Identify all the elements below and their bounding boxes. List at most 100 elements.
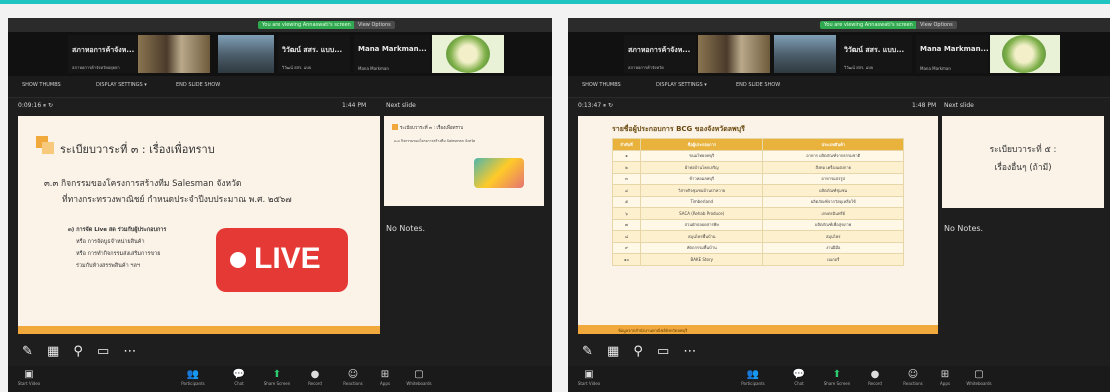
live-text: LIVE xyxy=(254,242,321,275)
apps-button[interactable]: ⊞ Apps xyxy=(930,369,960,386)
participants-button[interactable]: 👥 Participants xyxy=(738,369,768,386)
table-cell: ๕ xyxy=(612,195,641,208)
chat-button[interactable]: 💬 Chat xyxy=(784,369,814,386)
record-button[interactable]: ● Record xyxy=(300,369,330,386)
table-row: ๓ข้าวหอมลพบุรี อาหารแปรรูป xyxy=(612,172,904,185)
participant-tile[interactable]: Mana Markman... Mana Markman xyxy=(354,35,430,73)
table-cell: สมุนไพรพื้นบ้าน xyxy=(639,230,764,243)
participant-video[interactable] xyxy=(990,35,1060,73)
record-button[interactable]: ● Record xyxy=(860,369,890,386)
participants-button[interactable]: 👥 Participants xyxy=(178,369,208,386)
dock-label: Record xyxy=(868,381,882,386)
slide-bullet-decor xyxy=(392,124,398,130)
participant-video[interactable] xyxy=(774,35,836,73)
next-slide-line: ๓.๓ กิจกรรมของโครงการสร้างทีม Salesman จ… xyxy=(394,139,476,143)
table-cell: ๗ xyxy=(612,218,641,231)
screen-icon[interactable]: ▭ xyxy=(97,344,109,359)
next-slide-label: Next slide xyxy=(386,102,416,109)
table-cell: ๑ xyxy=(612,149,641,162)
display-settings-button[interactable]: DISPLAY SETTINGS ▾ xyxy=(96,82,147,88)
slide-illustration xyxy=(474,158,524,188)
participant-video[interactable] xyxy=(218,35,274,73)
share-screen-button[interactable]: ⬆ Share Screen xyxy=(822,369,852,386)
slideshow-toolbar: SHOW THUMBS DISPLAY SETTINGS ▾ END SLIDE… xyxy=(568,76,1110,98)
reactions-button[interactable]: ☺ Reactions xyxy=(898,369,928,386)
pen-icon[interactable]: ✎ xyxy=(22,344,33,359)
table-cell: ๔ xyxy=(612,184,641,197)
table-row: ๑ขนมไทยลพบุรี อาหาร ผลิตภัณฑ์จากธรรมชาติ xyxy=(612,149,904,162)
presenter-tools: ✎ ▦ ⚲ ▭ ⋯ xyxy=(22,340,145,359)
reactions-button[interactable]: ☺ Reactions xyxy=(338,369,368,386)
table-cell: ผลิตภัณฑ์เพื่อสุขภาพ xyxy=(762,218,904,231)
meeting-controls: ▣ Start Video 👥 Participants 💬 Chat ⬆ Share … xyxy=(8,366,552,392)
view-options-button[interactable]: View Options xyxy=(354,21,395,29)
table-row: ๕ Timberland ผลิตภัณฑ์จากวัสดุเหลือใช้ xyxy=(612,195,904,208)
meeting-controls: ▣ Start Video 👥 Participants 💬 Chat ⬆ Share … xyxy=(568,366,1110,392)
participant-tile[interactable]: Mana Markman... Mana Markman xyxy=(916,35,988,73)
slide-subitem: ร่วมกับห้างสรรพสินค้า ฯลฯ xyxy=(76,263,140,269)
start-video-button[interactable]: ▣ Start Video xyxy=(574,369,604,386)
table-header: ชื่อผู้ประกอบการ xyxy=(639,138,764,151)
more-icon[interactable]: ⋯ xyxy=(683,344,696,359)
pen-icon[interactable]: ✎ xyxy=(582,344,593,359)
participant-tile[interactable]: สภาหอการค้าจังห... สภาหอการค้าจังหวัด xyxy=(624,35,696,73)
dock-label: Record xyxy=(308,381,322,386)
presenter-tools: ✎ ▦ ⚲ ▭ ⋯ xyxy=(582,340,705,359)
participant-name: วิวัฒน์ สสร. แบบ... xyxy=(282,46,343,54)
table-cell: สิ่งทอ เครื่องแต่งกาย xyxy=(762,161,904,174)
start-video-button[interactable]: ▣ Start Video xyxy=(14,369,44,386)
table-cell: อาหารแปรรูป xyxy=(762,172,904,185)
table-row: ๔วิสาหกิจชุมชนบ้านป่าหวาย ผลิตภัณฑ์ชุมชน xyxy=(612,184,904,197)
table-cell: ๒ xyxy=(612,161,641,174)
slide-title: รายชื่อผู้ประกอบการ BCG ของจังหวัดลพบุรี xyxy=(612,125,745,133)
share-screen-button[interactable]: ⬆ Share Screen xyxy=(262,369,292,386)
chat-button[interactable]: 💬 Chat xyxy=(224,369,254,386)
video-feed xyxy=(698,35,770,73)
participant-video[interactable] xyxy=(698,35,770,73)
dock-label: Start Video xyxy=(577,381,601,386)
slides-grid-icon[interactable]: ▦ xyxy=(607,344,619,359)
end-slideshow-button[interactable]: END SLIDE SHOW xyxy=(736,82,780,88)
next-slide-preview: ระเบียบวาระที่ ๕ : เรื่องอื่นๆ (ถ้ามี) xyxy=(942,116,1104,208)
screen-icon[interactable]: ▭ xyxy=(657,344,669,359)
end-slideshow-button[interactable]: END SLIDE SHOW xyxy=(176,82,220,88)
more-icon[interactable]: ⋯ xyxy=(123,344,136,359)
logo-feed xyxy=(1002,35,1046,73)
participant-subtitle: สภาหอการค้าจังหวัด xyxy=(628,65,664,70)
table-row: ๒ผ้าทอบ้านโคกเจริญ สิ่งทอ เครื่องแต่งกาย xyxy=(612,161,904,174)
participant-subtitle: วิวัฒน์ สสร. แบบ xyxy=(282,65,312,70)
live-badge: LIVE xyxy=(216,228,348,292)
apps-button[interactable]: ⊞ Apps xyxy=(370,369,400,386)
participant-tile[interactable]: สภาหอการค้าจังห... สภาหอการค้าจังหวัดอยุ… xyxy=(68,35,138,73)
dock-label: Reactions xyxy=(903,381,923,386)
participant-tile[interactable]: วิวัฒน์ สสร. แบบ... วิวัฒน์ สสร. แบบ xyxy=(278,35,350,73)
live-dot-icon xyxy=(230,252,246,268)
magnifier-icon[interactable]: ⚲ xyxy=(73,344,83,359)
magnifier-icon[interactable]: ⚲ xyxy=(633,344,643,359)
show-thumbs-button[interactable]: SHOW THUMBS xyxy=(22,82,61,88)
participant-tile[interactable]: วิวัฒน์ สสร. แบบ... วิวัฒน์ สสร. แบบ xyxy=(840,35,912,73)
participant-name: Mana Markman... xyxy=(920,45,988,53)
participant-name: สภาหอการค้าจังห... xyxy=(628,46,691,54)
view-options-button[interactable]: View Options xyxy=(916,21,957,29)
whiteboards-button[interactable]: ▢ Whiteboards xyxy=(964,369,994,386)
bcg-table: ลำดับที่ ชื่อผู้ประกอบการ ประเภทสินค้า ๑… xyxy=(612,138,904,266)
whiteboards-button[interactable]: ▢ Whiteboards xyxy=(404,369,434,386)
slide-title: ระเบียบวาระที่ ๓ : เรื่องเพื่อทราบ xyxy=(60,143,215,156)
participant-video[interactable] xyxy=(138,35,210,73)
dock-label: Apps xyxy=(940,381,950,386)
video-feed xyxy=(218,35,274,73)
meeting-window-left: You are viewing Annaswati's screen View … xyxy=(8,18,552,392)
speaker-notes: No Notes. xyxy=(944,224,984,233)
dock-label: Reactions xyxy=(343,381,363,386)
participant-video[interactable] xyxy=(432,35,504,73)
display-settings-button[interactable]: DISPLAY SETTINGS ▾ xyxy=(656,82,707,88)
participant-gallery: สภาหอการค้าจังห... สภาหอการค้าจังหวัดอยุ… xyxy=(8,32,552,76)
table-cell: งานฝีมือ xyxy=(762,241,904,254)
dock-label: Chat xyxy=(234,381,244,386)
slide-timer: 0:09:16 ⏸ ↻ xyxy=(18,102,53,109)
slides-grid-icon[interactable]: ▦ xyxy=(47,344,59,359)
show-thumbs-button[interactable]: SHOW THUMBS xyxy=(582,82,621,88)
participant-name: Mana Markman... xyxy=(358,45,427,53)
table-cell: SACA (Rehab Produce) xyxy=(639,207,764,220)
